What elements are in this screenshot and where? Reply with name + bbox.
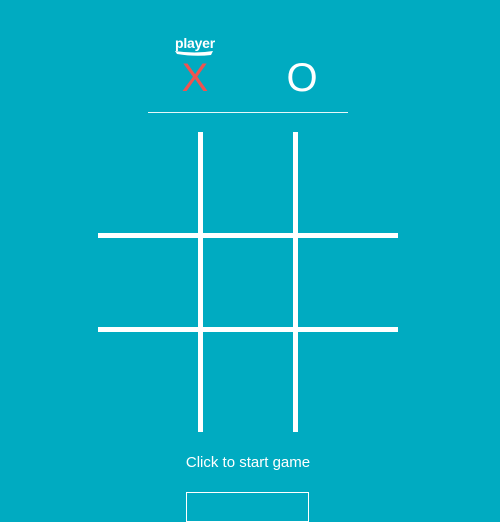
board-cell-9[interactable] xyxy=(298,332,393,427)
board-cell-1[interactable] xyxy=(98,132,193,227)
player-indicator: player xyxy=(172,36,218,56)
player-x-mark: X xyxy=(181,56,209,100)
board-cell-3[interactable] xyxy=(298,132,393,227)
board-cell-4[interactable] xyxy=(98,238,193,333)
board-cell-5[interactable] xyxy=(203,238,298,333)
board-cell-6[interactable] xyxy=(298,238,393,333)
player-label: player xyxy=(174,35,216,51)
game-status-text[interactable]: Click to start game xyxy=(0,454,496,472)
grid-line-vertical-2 xyxy=(293,132,298,432)
board-cell-7[interactable] xyxy=(98,332,193,427)
grid-line-vertical-1 xyxy=(198,132,203,432)
grid-line-horizontal-2 xyxy=(98,327,398,332)
player-o-mark: O xyxy=(286,56,318,100)
start-game-button[interactable] xyxy=(186,492,309,522)
grid-line-horizontal-1 xyxy=(98,233,398,238)
board-cell-8[interactable] xyxy=(203,332,298,427)
game-board xyxy=(98,132,398,432)
board-cell-2[interactable] xyxy=(203,132,298,227)
score-divider xyxy=(148,112,348,113)
